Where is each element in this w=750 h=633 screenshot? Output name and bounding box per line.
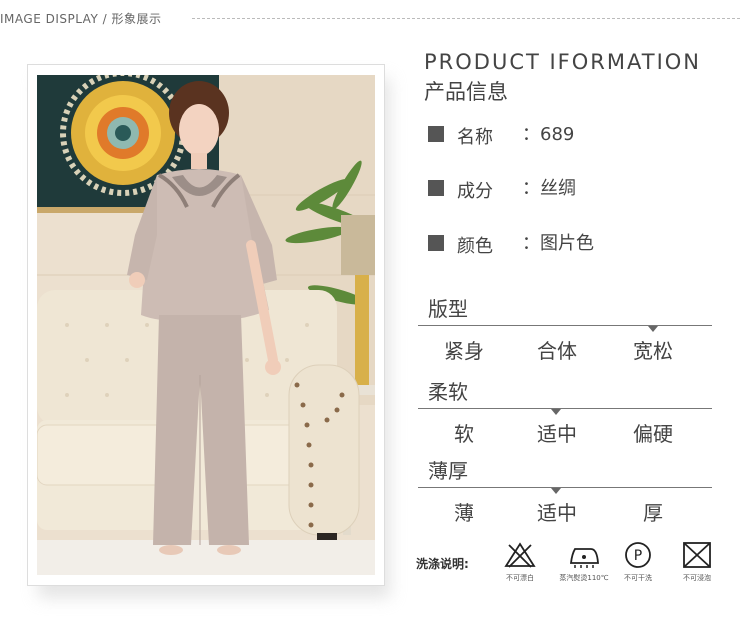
care-label: 洗涤说明: <box>416 557 469 571</box>
field-label-color: 颜色 <box>457 236 493 257</box>
field-label-name: 名称 <box>457 127 493 148</box>
field-value-color: ：图片色 <box>522 233 594 254</box>
care-item: 蒸汽熨烫110℃ <box>554 541 614 583</box>
scale-line <box>418 487 712 488</box>
product-photo-frame <box>27 64 385 586</box>
bullet-square-icon <box>428 126 444 142</box>
header-divider <box>192 18 740 19</box>
scale-marker <box>551 488 561 494</box>
scale-line <box>418 325 712 326</box>
scale-option: 适中 <box>537 501 577 525</box>
scale-option: 合体 <box>537 339 577 363</box>
field-value-material: ：丝绸 <box>522 178 576 199</box>
scale-option: 适中 <box>537 422 577 446</box>
scale-option: 软 <box>454 422 474 446</box>
scale-title-thickness: 薄厚 <box>428 459 468 483</box>
professional-dryclean-icon: P <box>625 542 651 568</box>
scale-option: 宽松 <box>633 339 673 363</box>
bullet-square-icon <box>428 235 444 251</box>
bullet-square-icon <box>428 180 444 196</box>
scale-option: 薄 <box>454 501 474 525</box>
care-text: 蒸汽熨烫110℃ <box>559 574 609 582</box>
scale-option: 偏硬 <box>633 422 673 446</box>
product-info-title-cn: 产品信息 <box>424 80 508 104</box>
scale-option: 厚 <box>643 501 663 525</box>
field-label-material: 成分 <box>457 181 493 202</box>
no-soak-icon <box>683 542 711 568</box>
model-illustration <box>37 75 375 575</box>
care-text: 不可干洗 <box>624 574 652 582</box>
product-info-title-en: PRODUCT IFORMATION <box>424 50 701 74</box>
no-bleach-icon <box>504 542 536 568</box>
scale-title-fit: 版型 <box>428 297 468 321</box>
care-item: 不可浸泡 <box>667 541 727 583</box>
svg-text:P: P <box>634 548 642 564</box>
scale-marker <box>648 326 658 332</box>
product-photo <box>37 75 375 575</box>
care-item: P 不可干洗 <box>608 541 668 583</box>
scale-line <box>418 408 712 409</box>
field-value-name: ：689 <box>522 124 575 145</box>
care-item: 不可漂白 <box>490 541 550 583</box>
scale-marker <box>551 409 561 415</box>
scale-option: 紧身 <box>444 339 484 363</box>
section-header: IMAGE DISPLAY / 形象展示 <box>0 12 162 26</box>
care-text: 不可浸泡 <box>683 574 711 582</box>
care-text: 不可漂白 <box>506 574 534 582</box>
iron-icon <box>569 548 599 568</box>
scale-title-softness: 柔软 <box>428 380 468 404</box>
